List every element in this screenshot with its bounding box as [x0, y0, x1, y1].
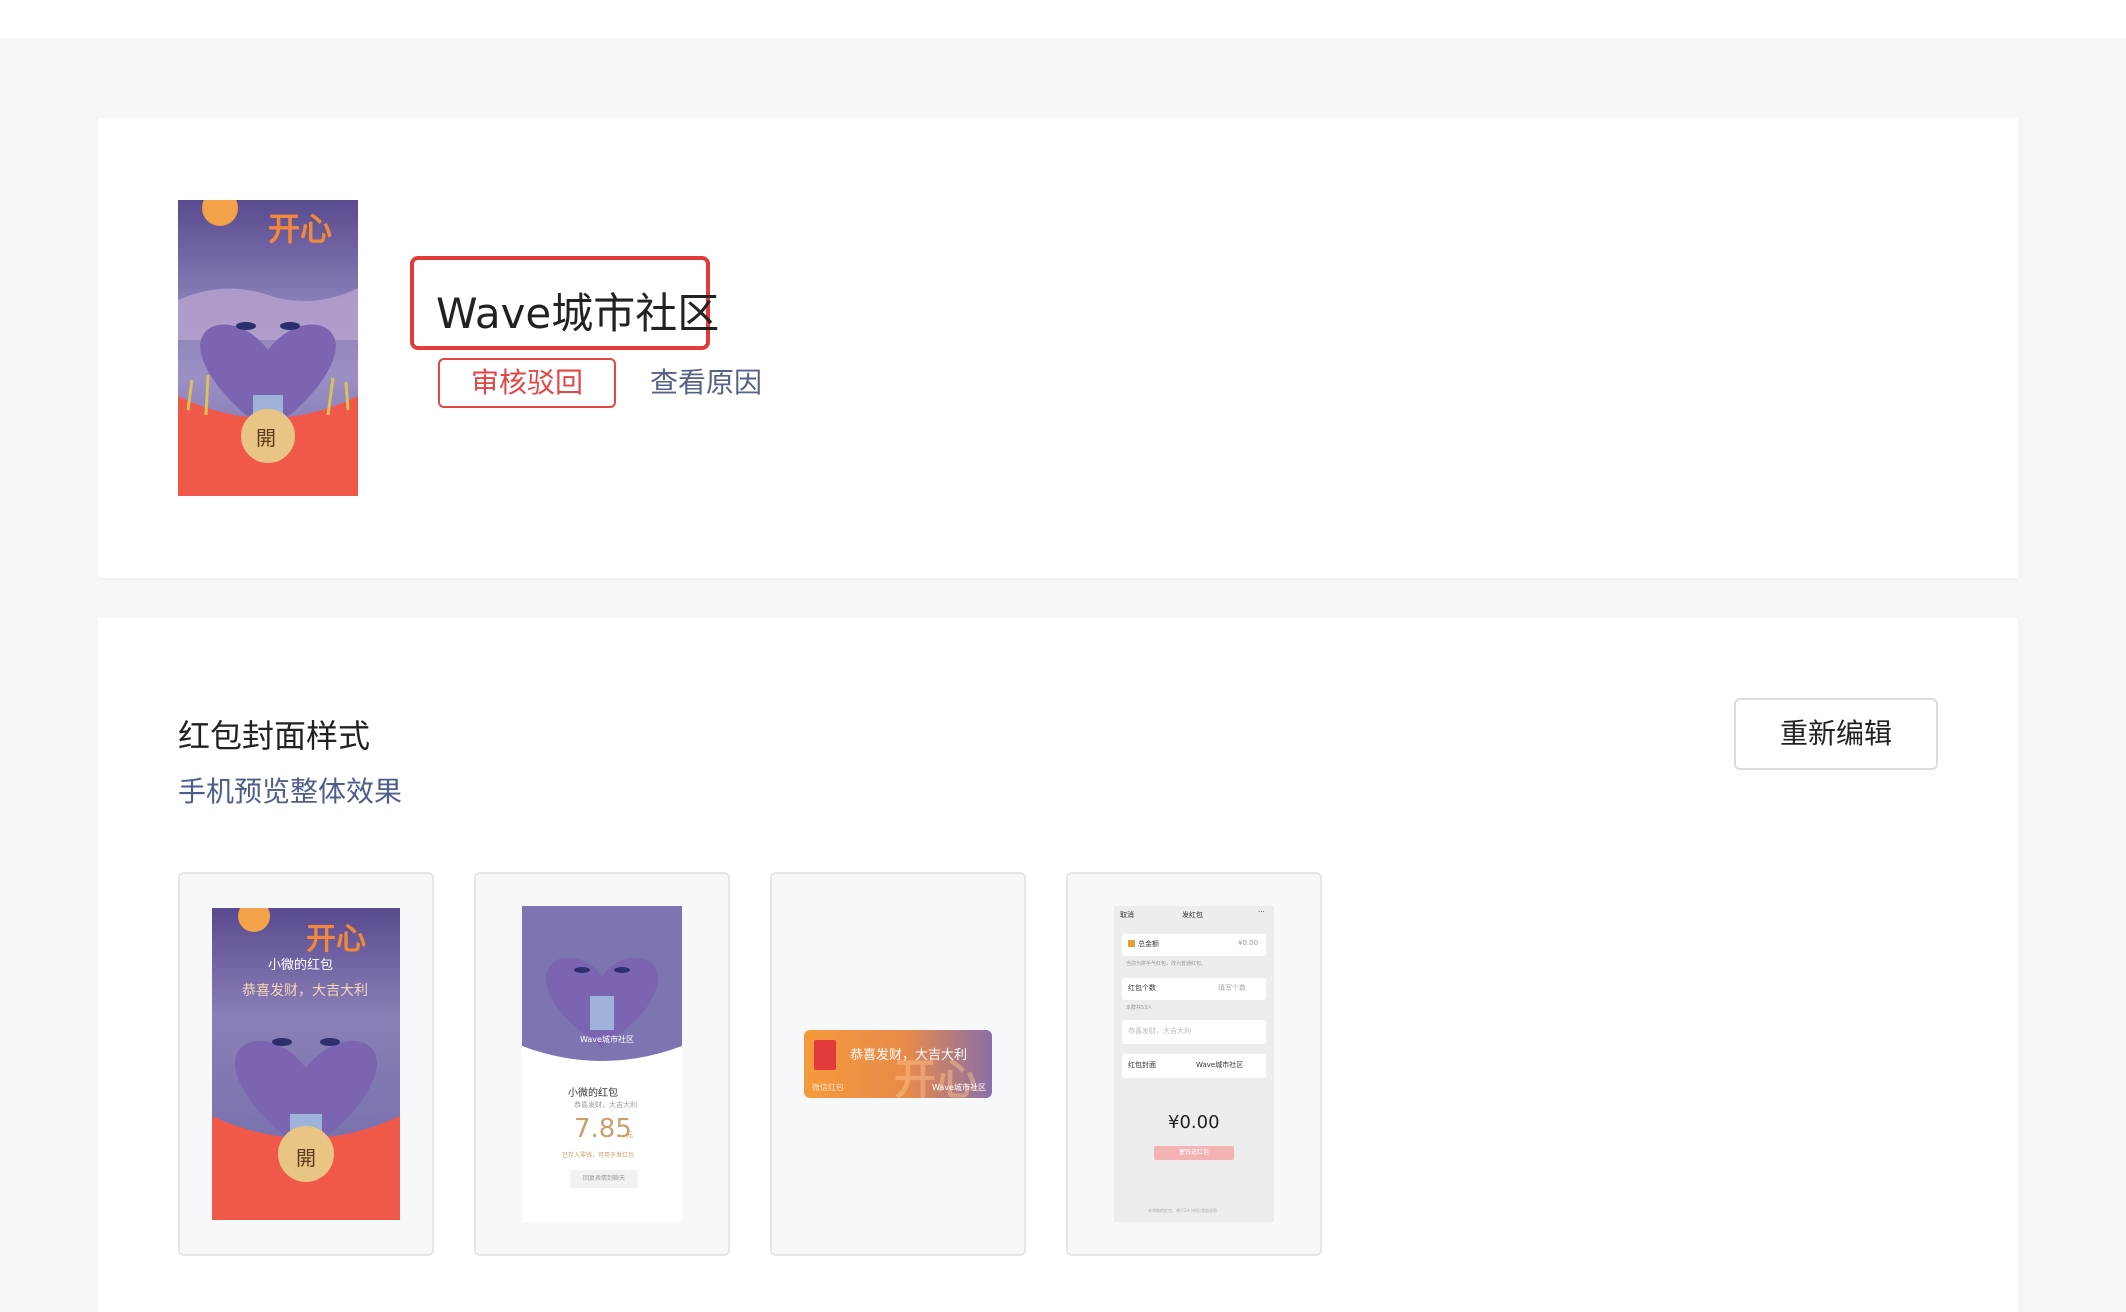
- section-title: 红包封面样式: [178, 717, 371, 755]
- preview-3-cover-name: Wave城市社区: [932, 1083, 986, 1092]
- preview-2-reply-button: 回复表情到聊天: [570, 1170, 638, 1188]
- preview-2-note: 已存入零钱，可用于发红包: [562, 1152, 635, 1159]
- preview-2-unit: 元: [626, 1131, 633, 1139]
- preview-2-sender: 小微的红包: [568, 1088, 618, 1099]
- preview-1-greeting: 恭喜发财，大吉大利: [242, 983, 368, 999]
- status-badge-rejected: 审核驳回: [438, 358, 616, 408]
- preview-4-screen: 取消 发红包 ··· 总金额 ¥0.00 当前为拼手气红包，改为普通红包。 红包…: [1114, 906, 1274, 1222]
- preview-send-form[interactable]: 取消 发红包 ··· 总金额 ¥0.00 当前为拼手气红包，改为普通红包。 红包…: [1066, 872, 1322, 1256]
- preview-1-art-title: 开心: [306, 922, 366, 957]
- pin-icon: [1128, 940, 1135, 947]
- more-icon: ···: [1258, 908, 1265, 916]
- preview-4-total-label: 总金额: [1138, 940, 1159, 948]
- cover-summary-card: [98, 118, 2018, 578]
- preview-4-cover-value: Wave城市社区: [1196, 1061, 1244, 1069]
- preview-4-count-label: 红包个数: [1128, 984, 1156, 992]
- preview-chat-bubble[interactable]: 开心 恭喜发财，大吉大利 微信红包 Wave城市社区: [770, 872, 1026, 1256]
- preview-4-cover-label: 红包封面: [1128, 1061, 1156, 1069]
- preview-4-group-size: 本群共53人: [1126, 1005, 1153, 1011]
- preview-4-greeting: 恭喜发财，大吉大利: [1128, 1027, 1191, 1035]
- preview-1-art: 开心 小微的红包 恭喜发财，大吉大利 開: [212, 908, 400, 1220]
- preview-opened-detail[interactable]: Wave城市社区 小微的红包 恭喜发财，大吉大利 7.85 元 已存入零钱，可用…: [474, 872, 730, 1256]
- preview-1-sender: 小微的红包: [268, 958, 334, 973]
- preview-1-open-glyph: 開: [296, 1146, 316, 1170]
- preview-4-submit: 塞钱进红包: [1154, 1146, 1234, 1160]
- preview-4-tip: 当前为拼手气红包，改为普通红包。: [1126, 961, 1207, 967]
- preview-4-cancel: 取消: [1120, 911, 1134, 919]
- preview-4-amount: ¥0.00: [1168, 1112, 1220, 1133]
- preview-3-greeting: 恭喜发财，大吉大利: [850, 1048, 968, 1063]
- section-subtitle: 手机预览整体效果: [178, 775, 403, 808]
- preview-3-bubble: 开心 恭喜发财，大吉大利 微信红包 Wave城市社区: [804, 1030, 992, 1098]
- preview-4-total-value: ¥0.00: [1238, 939, 1259, 947]
- preview-envelope-cover[interactable]: 开心 小微的红包 恭喜发财，大吉大利 開: [178, 872, 434, 1256]
- preview-2-greeting: 恭喜发财，大吉大利: [574, 1101, 637, 1109]
- preview-2-cover-name: Wave城市社区: [580, 1035, 634, 1044]
- envelope-icon: [814, 1040, 836, 1070]
- preview-4-footer: 未领取的红包，将于24小时后发起退款: [1148, 1208, 1218, 1213]
- preview-2-screen: Wave城市社区 小微的红包 恭喜发财，大吉大利 7.85 元 已存入零钱，可用…: [522, 906, 682, 1222]
- preview-4-count-placeholder: 填写个数: [1218, 984, 1246, 992]
- preview-2-amount: 7.85: [574, 1114, 632, 1144]
- top-bar: [0, 0, 2126, 38]
- view-reason-link[interactable]: 查看原因: [650, 362, 762, 404]
- cover-name: Wave城市社区: [436, 289, 720, 338]
- open-button-glyph: 開: [256, 426, 276, 450]
- preview-4-title: 发红包: [1182, 911, 1203, 919]
- reedit-button[interactable]: 重新编辑: [1734, 698, 1938, 770]
- cover-art-title: 开心: [268, 210, 333, 248]
- cover-thumbnail[interactable]: 开心 開: [178, 200, 358, 496]
- preview-3-label: 微信红包: [812, 1083, 844, 1092]
